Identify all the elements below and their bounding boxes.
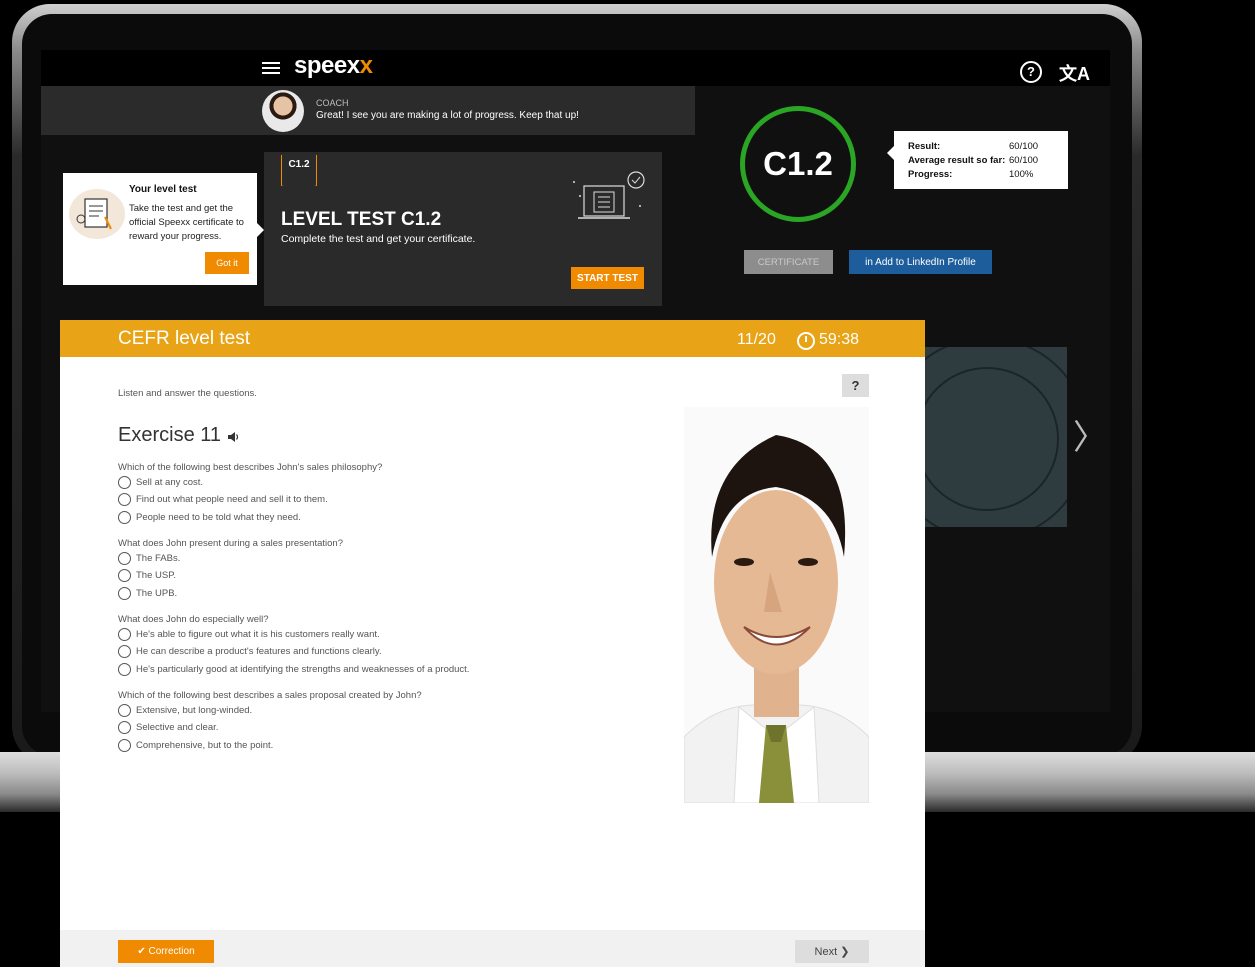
radio-button[interactable] bbox=[118, 552, 131, 565]
progress-value: 100% bbox=[1009, 169, 1034, 180]
level-test-subtitle: Complete the test and get your certifica… bbox=[281, 233, 476, 245]
radio-button[interactable] bbox=[118, 476, 131, 489]
coach-message: Great! I see you are making a lot of pro… bbox=[316, 110, 579, 121]
level-result-ring: C1.2 bbox=[740, 106, 856, 222]
radio-button[interactable] bbox=[118, 587, 131, 600]
level-badge: C1.2 bbox=[281, 155, 317, 186]
carousel-next-icon[interactable]: 〉 bbox=[1073, 410, 1107, 459]
exercise-title: Exercise 11 bbox=[118, 424, 222, 446]
next-button[interactable]: Next ❯ bbox=[795, 940, 869, 963]
option-1-1[interactable]: Sell at any cost. bbox=[118, 475, 203, 490]
tip-card: Your level test Take the test and get th… bbox=[63, 173, 264, 285]
level-test-card: C1.2 LEVEL TEST C1.2 Complete the test a… bbox=[264, 152, 662, 306]
radio-button[interactable] bbox=[118, 721, 131, 734]
level-test-modal: CEFR level test 11/20 59:38 ? Listen and… bbox=[60, 320, 925, 967]
linkedin-button[interactable]: in Add to LinkedIn Profile bbox=[849, 250, 992, 274]
option-3-2[interactable]: He can describe a product's features and… bbox=[118, 644, 382, 659]
option-1-3[interactable]: People need to be told what they need. bbox=[118, 510, 301, 525]
test-laptop-icon bbox=[570, 170, 646, 230]
result-label: Result: bbox=[908, 141, 941, 152]
question-counter: 11/20 bbox=[737, 331, 776, 348]
coach-label: COACH bbox=[316, 98, 349, 108]
got-it-button[interactable]: Got it bbox=[205, 252, 249, 274]
modal-title: CEFR level test bbox=[118, 328, 250, 349]
modal-header: CEFR level test 11/20 59:38 bbox=[60, 320, 925, 357]
option-3-1[interactable]: He's able to figure out what it is his c… bbox=[118, 627, 380, 642]
radio-button[interactable] bbox=[118, 663, 131, 676]
question-4: Which of the following best describes a … bbox=[118, 690, 422, 701]
top-bar: speexx ? 文A bbox=[41, 50, 1110, 86]
exercise-photo bbox=[684, 407, 869, 803]
result-value: 60/100 bbox=[1009, 141, 1039, 152]
option-4-1[interactable]: Extensive, but long-winded. bbox=[118, 703, 252, 718]
option-1-2[interactable]: Find out what people need and sell it to… bbox=[118, 492, 328, 507]
option-4-2[interactable]: Selective and clear. bbox=[118, 720, 218, 735]
option-2-1[interactable]: The FABs. bbox=[118, 551, 180, 566]
modal-footer: ✔ Correction Next ❯ bbox=[60, 930, 925, 967]
option-3-3[interactable]: He's particularly good at identifying th… bbox=[118, 662, 469, 677]
certificate-illustration-icon bbox=[69, 189, 125, 239]
help-button[interactable]: ? bbox=[842, 374, 869, 397]
result-card: Result: 60/100 Average result so far: 60… bbox=[887, 131, 1068, 189]
help-icon[interactable]: ? bbox=[1020, 61, 1042, 83]
tip-title: Your level test bbox=[129, 184, 197, 195]
certificate-button[interactable]: CERTIFICATE bbox=[744, 250, 833, 274]
tip-text: Take the test and get the official Speex… bbox=[129, 203, 244, 242]
question-2: What does John present during a sales pr… bbox=[118, 538, 343, 549]
radio-button[interactable] bbox=[118, 704, 131, 717]
option-2-2[interactable]: The USP. bbox=[118, 568, 176, 583]
radio-button[interactable] bbox=[118, 645, 131, 658]
start-test-button[interactable]: START TEST bbox=[571, 267, 644, 289]
instruction: Listen and answer the questions. bbox=[118, 388, 257, 399]
question-3: What does John do especially well? bbox=[118, 614, 269, 625]
clock-icon bbox=[797, 332, 815, 350]
language-icon[interactable]: 文A bbox=[1059, 60, 1090, 86]
option-2-3[interactable]: The UPB. bbox=[118, 586, 177, 601]
timer: 59:38 bbox=[819, 331, 860, 348]
radio-button[interactable] bbox=[118, 569, 131, 582]
radio-button[interactable] bbox=[118, 628, 131, 641]
menu-icon[interactable] bbox=[262, 59, 280, 75]
correction-button[interactable]: ✔ Correction bbox=[118, 940, 214, 963]
level-test-title: LEVEL TEST C1.2 bbox=[281, 209, 442, 230]
target-image bbox=[925, 347, 1067, 527]
option-4-3[interactable]: Comprehensive, but to the point. bbox=[118, 738, 273, 753]
radio-button[interactable] bbox=[118, 493, 131, 506]
radio-button[interactable] bbox=[118, 739, 131, 752]
radio-button[interactable] bbox=[118, 511, 131, 524]
average-value: 60/100 bbox=[1009, 155, 1039, 166]
logo: speexx bbox=[294, 52, 373, 79]
question-1: Which of the following best describes Jo… bbox=[118, 462, 383, 473]
speaker-icon[interactable] bbox=[227, 430, 239, 442]
coach-avatar bbox=[262, 90, 304, 132]
average-label: Average result so far: bbox=[908, 155, 1006, 166]
progress-label: Progress: bbox=[908, 169, 953, 180]
